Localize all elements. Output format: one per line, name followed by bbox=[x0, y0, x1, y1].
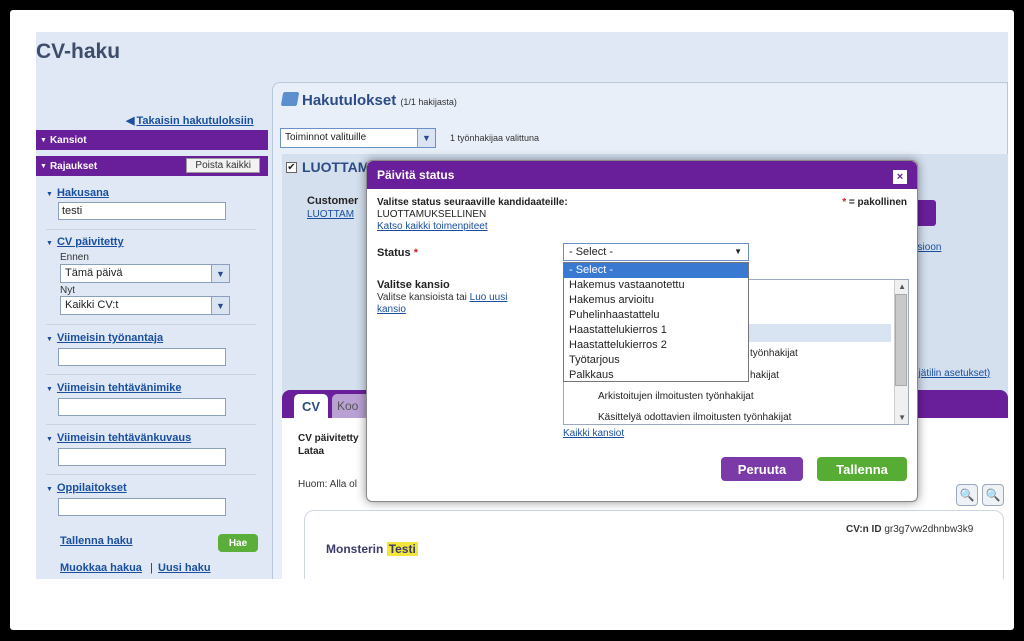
download-link[interactable]: Lataa bbox=[298, 445, 359, 458]
cv-updated: CV päivitetty Lataa bbox=[298, 433, 359, 458]
cv-id: CV:n ID gr3g7vw2dhnbw3k9 bbox=[846, 524, 974, 535]
folder-label: Valitse kansio bbox=[377, 279, 450, 291]
required-note: * = pakollinen bbox=[842, 197, 907, 208]
dialog-header: Päivitä status × bbox=[367, 161, 917, 189]
status-dropdown-list[interactable]: - Select - Hakemus vastaanotettu Hakemus… bbox=[563, 262, 749, 382]
triangle-down-icon: ▼ bbox=[46, 386, 53, 393]
folder-item[interactable]: hakijat bbox=[750, 370, 779, 381]
status-option[interactable]: Hakemus vastaanotettu bbox=[564, 278, 748, 293]
scroll-thumb[interactable] bbox=[895, 294, 907, 386]
new-search-link[interactable]: Uusi haku bbox=[158, 562, 211, 574]
cancel-button[interactable]: Peruuta bbox=[721, 457, 803, 481]
triangle-down-icon: ▼ bbox=[46, 436, 53, 443]
status-label: Status * bbox=[377, 247, 418, 259]
link-separator: | bbox=[150, 562, 153, 574]
triangle-down-icon: ▼ bbox=[40, 162, 47, 170]
viimeisin-tehtavanimike-input[interactable] bbox=[58, 398, 226, 416]
dialog-candidate: LUOTTAMUKSELLINEN bbox=[377, 209, 487, 220]
actions-select[interactable]: Toiminnot valituille ▼ bbox=[280, 128, 436, 148]
triangle-down-icon: ▼ bbox=[40, 136, 47, 144]
hakusana-toggle[interactable]: ▼ Hakusana bbox=[46, 187, 109, 199]
monster-name: Monsterin Testi bbox=[326, 542, 418, 556]
ennen-select[interactable]: Tämä päivä ▼ bbox=[60, 264, 230, 283]
viimeisin-tehtavankuvaus-toggle[interactable]: ▼ Viimeisin tehtävänkuvaus bbox=[46, 432, 191, 444]
search-button[interactable]: Hae bbox=[218, 534, 258, 552]
status-option[interactable]: - Select - bbox=[564, 263, 748, 278]
divider bbox=[46, 229, 256, 230]
folder-item[interactable]: Käsittelyä odottavien ilmoitusten työnha… bbox=[598, 412, 791, 423]
all-folders-link[interactable]: Kaikki kansiot bbox=[563, 428, 624, 439]
scroll-down-icon[interactable]: ▼ bbox=[898, 413, 906, 422]
kansiot-header[interactable]: ▼ Kansiot bbox=[36, 130, 268, 150]
account-settings-link[interactable]: njätilin asetukset) bbox=[913, 368, 990, 379]
nyt-label: Nyt bbox=[60, 285, 75, 296]
scroll-up-icon[interactable]: ▲ bbox=[898, 282, 906, 291]
app-window: CV-haku ◀ Takaisin hakutuloksiin ▼ Kansio… bbox=[36, 32, 1008, 579]
page-title: CV-haku bbox=[36, 40, 121, 63]
viimeisin-tehtavanimike-toggle[interactable]: ▼ Viimeisin tehtävänimike bbox=[46, 382, 181, 394]
divider bbox=[46, 324, 256, 325]
status-option[interactable]: Palkkaus bbox=[564, 368, 748, 383]
viimeisin-tehtavankuvaus-input[interactable] bbox=[58, 448, 226, 466]
remove-all-button[interactable]: Poista kaikki bbox=[186, 158, 260, 173]
edit-search-link[interactable]: Muokkaa hakua bbox=[60, 562, 142, 574]
viimeisin-tyonantaja-input[interactable] bbox=[58, 348, 226, 366]
tab-cv[interactable]: CV bbox=[294, 394, 328, 418]
folder-item[interactable]: työnhakijat bbox=[750, 348, 798, 359]
dialog-heading: Valitse status seuraaville kandidaateill… bbox=[377, 197, 568, 208]
status-select[interactable]: - Select - ▼ bbox=[563, 243, 749, 261]
divider bbox=[46, 474, 256, 475]
cv-paivitetty-toggle[interactable]: ▼ CV päivitetty bbox=[46, 236, 124, 248]
see-all-actions-link[interactable]: Katso kaikki toimenpiteet bbox=[377, 221, 488, 232]
ennen-label: Ennen bbox=[60, 252, 89, 263]
zoom-in-icon[interactable]: 🔍 bbox=[982, 484, 1004, 506]
divider bbox=[46, 424, 256, 425]
status-option[interactable]: Puhelinhaastattelu bbox=[564, 308, 748, 323]
candidate-name[interactable]: LUOTTAM bbox=[302, 159, 369, 175]
selected-count: 1 työnhakijaa valittuna bbox=[450, 133, 540, 143]
triangle-down-icon: ▼ bbox=[734, 247, 742, 256]
triangle-down-icon: ▼ bbox=[46, 240, 53, 247]
update-status-dialog: Päivitä status × Valitse status seuraavi… bbox=[366, 160, 918, 502]
arrow-left-icon: ◀ bbox=[126, 115, 135, 127]
save-search-link[interactable]: Tallenna haku bbox=[60, 535, 133, 547]
save-button[interactable]: Tallenna bbox=[817, 457, 907, 481]
chevron-down-icon: ▼ bbox=[417, 129, 435, 147]
triangle-down-icon: ▼ bbox=[46, 191, 53, 198]
dialog-title: Päivitä status bbox=[377, 168, 455, 182]
folder-scrollbar[interactable]: ▲ ▼ bbox=[894, 280, 908, 424]
zoom-out-icon[interactable]: 🔍 bbox=[956, 484, 978, 506]
customer-link[interactable]: LUOTTAM bbox=[307, 209, 354, 220]
chevron-down-icon: ▼ bbox=[211, 265, 229, 282]
status-option[interactable]: Hakemus arvioitu bbox=[564, 293, 748, 308]
hakusana-input[interactable]: testi bbox=[58, 202, 226, 220]
rajaukset-header[interactable]: ▼ Rajaukset Poista kaikki bbox=[36, 156, 268, 176]
oppilaitokset-toggle[interactable]: ▼ Oppilaitokset bbox=[46, 482, 127, 494]
oppilaitokset-input[interactable] bbox=[58, 498, 226, 516]
note-text: Huom: Alla ol bbox=[298, 479, 357, 490]
folder-item[interactable]: Arkistoitujen ilmoitusten työnhakijat bbox=[598, 391, 754, 402]
customer-label: Customer bbox=[307, 195, 359, 207]
results-icon bbox=[280, 92, 300, 106]
triangle-down-icon: ▼ bbox=[46, 486, 53, 493]
folder-hint: Valitse kansioista tai Luo uusi kansio bbox=[377, 292, 508, 315]
divider bbox=[46, 374, 256, 375]
candidate-checkbox[interactable]: ✔ bbox=[286, 162, 297, 173]
status-option[interactable]: Haastattelukierros 1 bbox=[564, 323, 748, 338]
nyt-select[interactable]: Kaikki CV:t ▼ bbox=[60, 296, 230, 315]
triangle-down-icon: ▼ bbox=[46, 336, 53, 343]
back-to-results-link[interactable]: ◀ Takaisin hakutuloksiin bbox=[126, 114, 254, 127]
results-title: Hakutulokset (1/1 hakijasta) bbox=[302, 92, 457, 109]
chevron-down-icon: ▼ bbox=[211, 297, 229, 314]
close-icon[interactable]: × bbox=[893, 170, 907, 184]
status-option[interactable]: Työtarjous bbox=[564, 353, 748, 368]
status-option[interactable]: Haastattelukierros 2 bbox=[564, 338, 748, 353]
viimeisin-tyonantaja-toggle[interactable]: ▼ Viimeisin työnantaja bbox=[46, 332, 163, 344]
screenshot-frame: CV-haku ◀ Takaisin hakutuloksiin ▼ Kansio… bbox=[10, 10, 1014, 630]
